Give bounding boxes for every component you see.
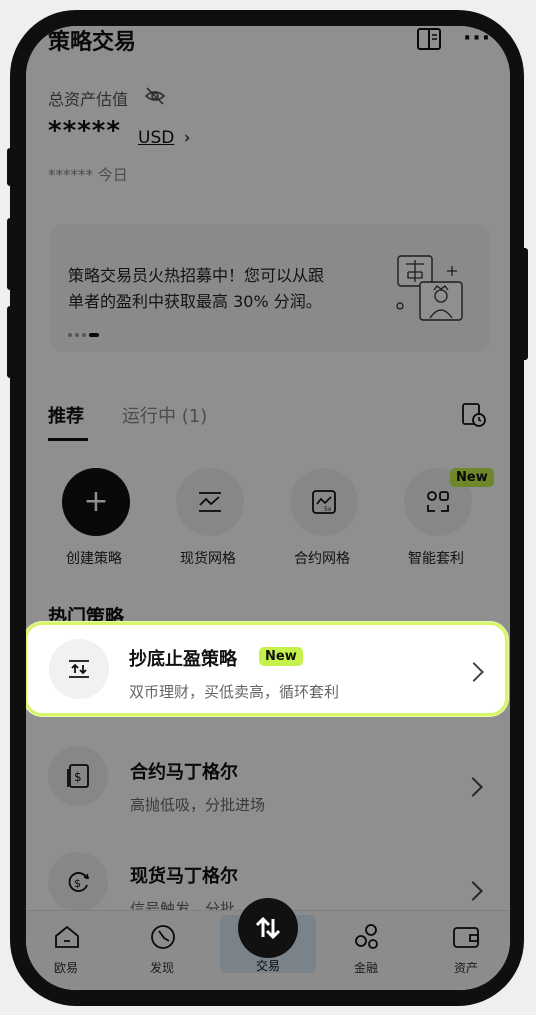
dollar-cycle-icon: $: [68, 872, 90, 892]
list-item-icon-bg: $: [48, 746, 108, 806]
list-item-icon-bg: $: [48, 852, 108, 912]
phone-screen: 策略交易 ··· 总资产估值 ***** USD › ****** 今日 策略交…: [26, 26, 510, 990]
dollar-document-icon: $: [67, 764, 89, 788]
phone-frame: 策略交易 ··· 总资产估值 ***** USD › ****** 今日 策略交…: [10, 10, 524, 1006]
strategy-title: 现货马丁格尔: [130, 866, 238, 887]
nav-item-discover[interactable]: 发现: [138, 919, 188, 979]
swap-arrows-icon: [255, 916, 281, 940]
currency-selector[interactable]: USD ›: [138, 128, 191, 148]
chevron-right-icon: [463, 777, 483, 797]
history-icon[interactable]: [461, 402, 487, 428]
spot-grid-label: 现货网格: [180, 551, 236, 567]
list-item-icon-bg: [49, 639, 109, 699]
tab-running[interactable]: 运行中 (1): [122, 402, 207, 428]
wallet-icon: [453, 927, 479, 948]
eye-off-icon[interactable]: [144, 86, 166, 106]
nav-item-assets[interactable]: 资产: [442, 919, 492, 979]
new-badge: New: [259, 645, 303, 666]
strategy-title: 合约马丁格尔: [130, 762, 238, 783]
tab-active-indicator: [48, 438, 88, 441]
smart-arbitrage-label: 智能套利: [408, 551, 464, 567]
banner-text-line1: 策略交易员火热招募中！您可以从跟: [68, 266, 325, 285]
arbitrage-icon: [427, 491, 449, 512]
nav-label: 交易: [256, 959, 281, 973]
grid-chart-icon: [199, 492, 221, 512]
chevron-right-icon: [464, 662, 484, 682]
chevron-right-icon: [463, 881, 483, 901]
banner-text-line2: 单者的盈利中获取最高 30% 分润。: [68, 292, 322, 311]
page-title: 策略交易: [48, 30, 137, 55]
featured-strategy-card[interactable]: 抄底止盈策略 New 双币理财，买低卖高，循环套利: [26, 622, 508, 716]
more-icon[interactable]: ···: [463, 26, 491, 51]
nav-label: 发现: [150, 961, 175, 975]
total-assets-value: *****: [48, 116, 121, 146]
strategy-desc: 高抛低吸，分批进场: [130, 796, 266, 814]
trade-fab[interactable]: [238, 898, 298, 958]
plus-icon: +: [83, 484, 109, 519]
promo-banner[interactable]: 策略交易员火热招募中！您可以从跟 单者的盈利中获取最高 30% 分润。: [50, 224, 490, 352]
nav-item-home[interactable]: 欧易: [42, 919, 92, 979]
coins-icon: [355, 924, 378, 949]
home-icon: [55, 925, 79, 948]
up-down-arrows-icon: [69, 660, 89, 678]
tab-recommended[interactable]: 推荐: [48, 402, 84, 428]
strategy-title: 抄底止盈策略: [129, 649, 237, 670]
spot-grid-button[interactable]: [176, 468, 244, 536]
total-assets-label: 总资产估值: [48, 90, 129, 109]
nav-label: 金融: [354, 961, 379, 975]
currency-label: USD: [138, 128, 175, 148]
futures-chart-icon: 5x: [312, 490, 336, 514]
book-icon[interactable]: [417, 28, 441, 50]
futures-grid-button[interactable]: 5x: [290, 468, 358, 536]
pagination-dots: [68, 332, 108, 338]
nav-label: 欧易: [54, 961, 79, 975]
svg-text:$: $: [74, 877, 81, 890]
today-pnl: ****** 今日: [48, 166, 128, 184]
compass-icon: [151, 925, 175, 949]
strategy-desc: 双币理财，买低卖高，循环套利: [129, 683, 340, 701]
create-strategy-label: 创建策略: [66, 551, 122, 567]
trader-illustration-icon: [390, 248, 470, 324]
create-strategy-button[interactable]: +: [62, 468, 130, 536]
svg-text:5x: 5x: [324, 506, 332, 513]
futures-grid-label: 合约网格: [294, 551, 350, 567]
nav-item-finance[interactable]: 金融: [342, 919, 392, 979]
chevron-right-icon: ›: [183, 128, 191, 148]
svg-text:$: $: [74, 770, 82, 784]
new-badge: New: [450, 466, 494, 487]
list-item[interactable]: $ 合约马丁格尔 高抛低吸，分批进场: [26, 730, 510, 830]
nav-label: 资产: [454, 961, 479, 975]
